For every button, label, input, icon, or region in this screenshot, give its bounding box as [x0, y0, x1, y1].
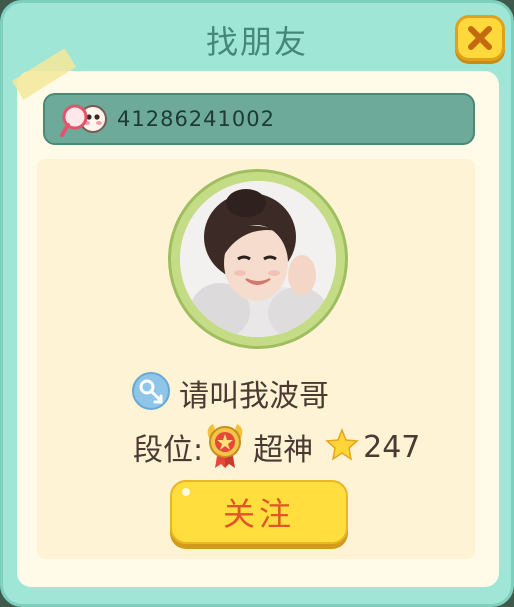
magnifier-face-icon — [59, 99, 107, 139]
rank-medal-icon — [203, 420, 247, 474]
rank-name: 超神 — [253, 433, 314, 468]
close-icon — [465, 23, 495, 53]
follow-button[interactable]: 关注 — [170, 480, 348, 544]
search-input[interactable]: 41286241002 — [43, 93, 475, 145]
player-name-row: 请叫我波哥 — [131, 371, 329, 415]
close-button[interactable] — [455, 15, 505, 61]
male-icon — [131, 371, 171, 415]
follow-label: 关注 — [222, 495, 295, 533]
star-icon — [325, 427, 359, 466]
rank-row: 段位: 超神 247 — [133, 421, 420, 473]
avatar — [180, 181, 336, 337]
dialog-title: 找朋友 — [205, 23, 308, 61]
button-shine — [182, 488, 190, 496]
star-count: 247 — [363, 429, 421, 465]
player-name: 请叫我波哥 — [179, 379, 329, 414]
find-friend-dialog: 找朋友 41286241002 请叫我波哥 段位: 超神 247 关注 — [0, 0, 514, 607]
rank-label: 段位: — [133, 433, 204, 468]
avatar-frame[interactable] — [168, 169, 348, 349]
search-value: 41286241002 — [117, 107, 275, 131]
